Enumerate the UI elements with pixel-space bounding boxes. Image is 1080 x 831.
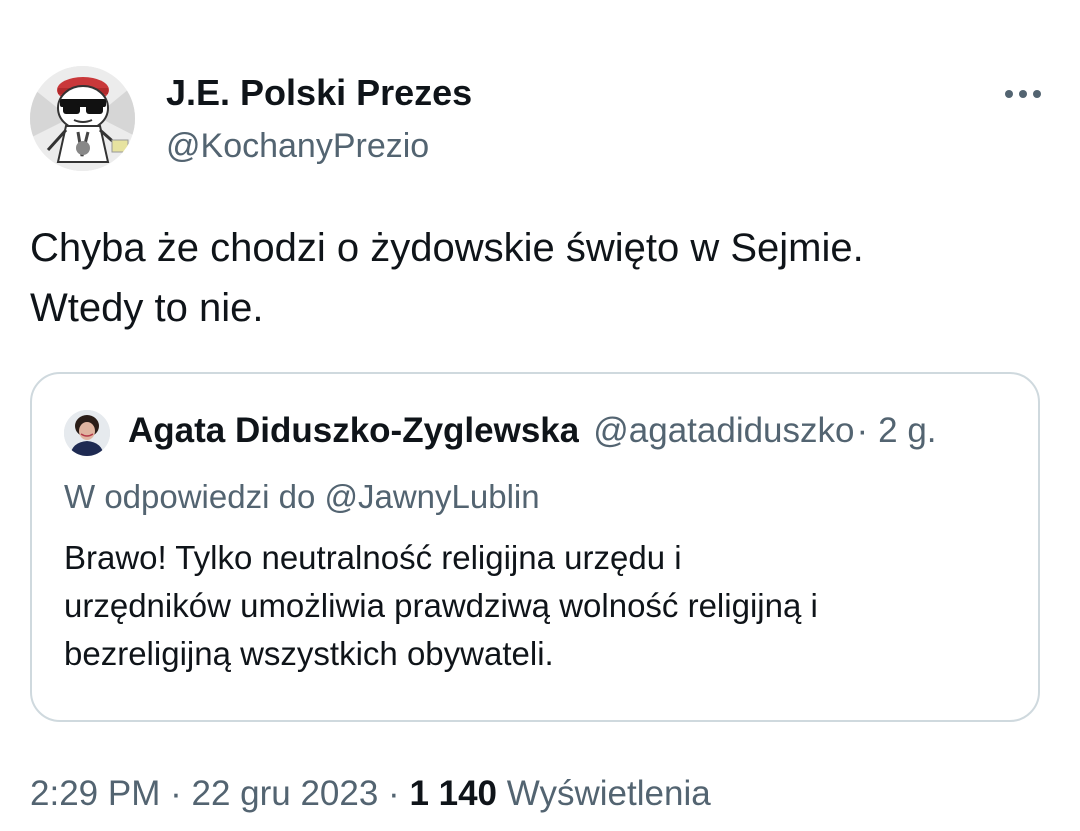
quoted-header: Agata Diduszko-Zyglewska @agatadiduszko … xyxy=(128,408,1018,454)
tweet-text-line: Chyba że chodzi o żydowskie święto w Sej… xyxy=(30,226,864,270)
more-horizontal-icon xyxy=(1005,90,1041,98)
person-avatar-icon xyxy=(64,410,110,456)
quoted-text-line: bezreligijną wszystkich obywateli. xyxy=(64,635,554,672)
quoted-text-line: Brawo! Tylko neutralność religijna urzęd… xyxy=(64,539,682,576)
tweet-date[interactable]: 22 gru 2023 xyxy=(191,774,378,813)
reply-to-mention[interactable]: @JawnyLublin xyxy=(324,478,539,515)
views-label: Wyświetlenia xyxy=(506,774,711,813)
reply-prefix: W odpowiedzi do xyxy=(64,478,316,515)
quoted-tweet-card[interactable]: Agata Diduszko-Zyglewska @agatadiduszko … xyxy=(30,372,1040,722)
quoted-author-name[interactable]: Agata Diduszko-Zyglewska xyxy=(128,408,579,454)
author-block: J.E. Polski Prezes @KochanyPrezio xyxy=(166,70,472,168)
tweet: J.E. Polski Prezes @KochanyPrezio Chyba … xyxy=(0,0,1080,831)
quoted-text-line: urzędników umożliwia prawdziwą wolność r… xyxy=(64,587,818,624)
author-avatar[interactable] xyxy=(30,66,135,171)
tweet-text: Chyba że chodzi o żydowskie święto w Sej… xyxy=(30,218,1040,338)
quoted-tweet-text: Brawo! Tylko neutralność religijna urzęd… xyxy=(64,534,1014,678)
reply-context: W odpowiedzi do @JawnyLublin xyxy=(64,474,540,520)
author-display-name[interactable]: J.E. Polski Prezes xyxy=(166,70,472,116)
separator-dot: · xyxy=(388,774,400,813)
views-count: 1 140 xyxy=(409,774,498,813)
quoted-time[interactable]: 2 g. xyxy=(878,408,936,454)
author-handle[interactable]: @KochanyPrezio xyxy=(166,124,472,168)
quoted-author-avatar[interactable] xyxy=(64,410,110,456)
tweet-meta: 2:29 PM · 22 gru 2023 · 1 140 Wyświetlen… xyxy=(30,770,711,818)
quoted-author-handle[interactable]: @agatadiduszko xyxy=(593,408,854,454)
more-options-button[interactable] xyxy=(1000,78,1046,110)
cartoon-avatar-icon xyxy=(30,66,135,171)
separator-dot: · xyxy=(856,411,869,450)
tweet-time[interactable]: 2:29 PM xyxy=(30,774,160,813)
separator-dot: · xyxy=(170,774,182,813)
tweet-text-line: Wtedy to nie. xyxy=(30,286,264,330)
